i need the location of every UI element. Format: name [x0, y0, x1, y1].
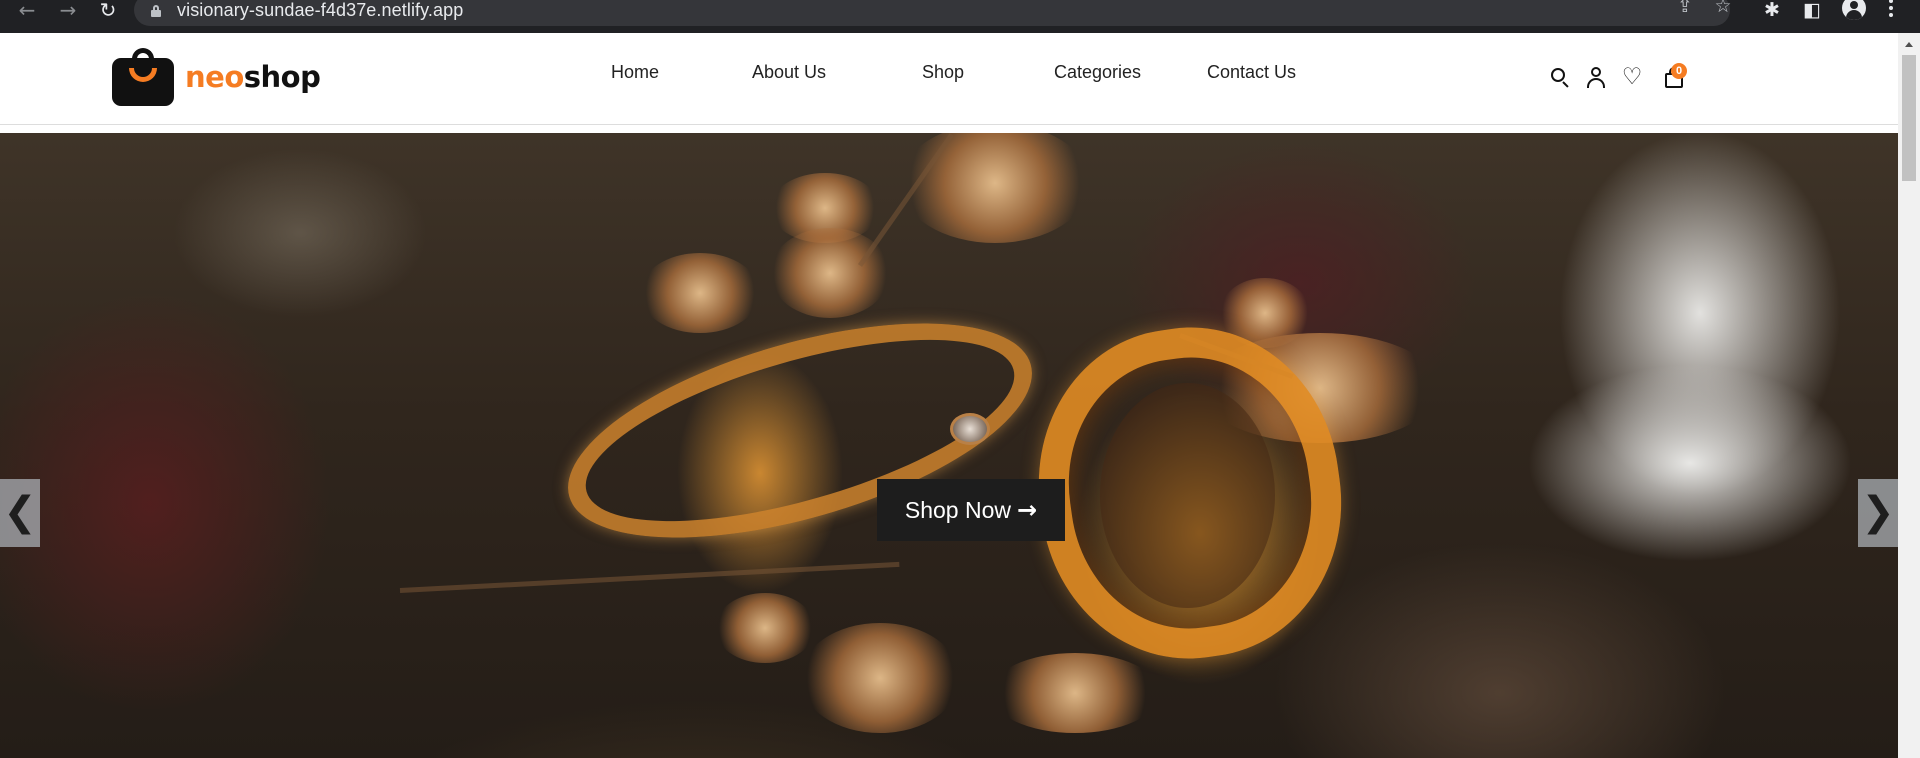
- shop-now-label: Shop Now: [904, 496, 1011, 523]
- nav-about-us[interactable]: About Us: [752, 62, 826, 83]
- logo-wordmark: neoshop: [185, 60, 321, 94]
- logo-text-prefix: neo: [185, 60, 244, 94]
- dried-flower: [800, 623, 960, 733]
- menu-kebab-icon[interactable]: [1888, 0, 1894, 19]
- shop-now-button[interactable]: Shop Now →: [877, 479, 1065, 541]
- slider-prev-button[interactable]: ❮: [0, 479, 40, 547]
- nav-home[interactable]: Home: [611, 62, 659, 83]
- slider-next-button[interactable]: ❯: [1858, 479, 1898, 547]
- gold-ring-inner: [1100, 383, 1275, 608]
- dried-flower: [990, 653, 1160, 733]
- hero-slider: ❮ ❯ Shop Now →: [0, 133, 1898, 758]
- forward-arrow-icon[interactable]: →: [54, 0, 82, 22]
- extensions-puzzle-icon[interactable]: ✱: [1759, 0, 1785, 22]
- browser-toolbar: ← → ↻ visionary-sundae-f4d37e.netlify.ap…: [0, 0, 1920, 33]
- nav-contact-us[interactable]: Contact Us: [1207, 62, 1296, 83]
- reload-icon[interactable]: ↻: [94, 0, 122, 22]
- dried-flower: [640, 253, 760, 333]
- lock-icon[interactable]: [151, 5, 161, 17]
- profile-avatar-icon[interactable]: [1842, 0, 1866, 20]
- nav-categories[interactable]: Categories: [1054, 62, 1141, 83]
- page-scrollbar[interactable]: [1898, 33, 1920, 758]
- scrollbar-thumb[interactable]: [1902, 55, 1916, 181]
- heart-icon[interactable]: ♡: [1620, 65, 1644, 89]
- user-icon[interactable]: [1584, 65, 1608, 89]
- search-icon[interactable]: [1549, 65, 1573, 89]
- bookmark-star-icon[interactable]: ☆: [1712, 0, 1734, 17]
- dried-flower: [715, 593, 815, 663]
- dried-flower: [900, 133, 1090, 243]
- nav-shop[interactable]: Shop: [922, 62, 964, 83]
- shopping-bag-logo-icon: [112, 48, 174, 106]
- site-header: neoshop Home About Us Shop Categories Co…: [0, 33, 1898, 125]
- url-text[interactable]: visionary-sundae-f4d37e.netlify.app: [177, 0, 463, 21]
- side-panel-icon[interactable]: ◧: [1799, 0, 1825, 22]
- ring-gemstone: [950, 413, 990, 445]
- cart-count-badge: 0: [1671, 63, 1687, 79]
- dried-flower: [770, 228, 890, 318]
- flower-stem: [399, 561, 900, 593]
- site-logo[interactable]: neoshop: [112, 47, 321, 107]
- arrow-right-icon: →: [1017, 496, 1038, 524]
- address-bar[interactable]: visionary-sundae-f4d37e.netlify.app ⇪ ☆: [134, 0, 1732, 26]
- back-arrow-icon[interactable]: ←: [13, 0, 41, 22]
- logo-text-suffix: shop: [243, 60, 321, 94]
- web-page: neoshop Home About Us Shop Categories Co…: [0, 33, 1920, 758]
- scroll-up-arrow-icon[interactable]: [1905, 42, 1913, 47]
- share-icon[interactable]: ⇪: [1674, 0, 1696, 17]
